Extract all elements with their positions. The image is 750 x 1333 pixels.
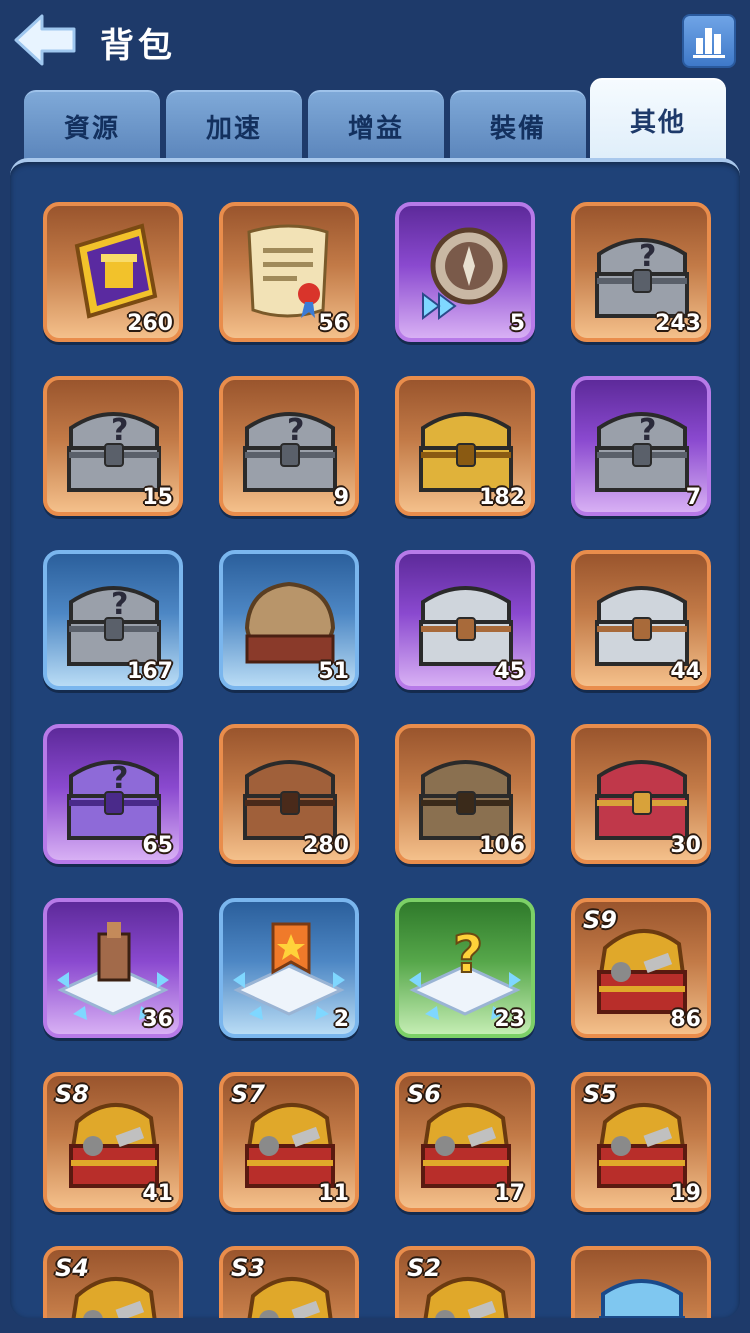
item-grid[interactable]: 260 56 5? 243? 15? 9 182? 7? 167 51 45 44? 65 280 106 3… (10, 162, 740, 1318)
arrow-left-icon (14, 14, 76, 66)
item-count: 41 (142, 1181, 173, 1206)
stats-button[interactable] (682, 14, 736, 68)
inventory-item[interactable]: S4 (43, 1246, 183, 1318)
inventory-item[interactable]: 36 (43, 898, 183, 1038)
tab-speedups[interactable]: 加速 (166, 90, 302, 160)
item-count: 86 (670, 1007, 701, 1032)
inventory-item[interactable]: 106 (395, 724, 535, 864)
inventory-item[interactable]: 45 (395, 550, 535, 690)
item-count: 167 (127, 659, 173, 684)
inventory-item[interactable]: 5 (395, 202, 535, 342)
item-count: 44 (670, 659, 701, 684)
item-count: 30 (670, 833, 701, 858)
item-count: 280 (303, 833, 349, 858)
svg-text:?: ? (639, 239, 656, 274)
category-tabs: 資源 加速 增益 裝備 其他 (0, 78, 750, 160)
tab-boosts[interactable]: 增益 (308, 90, 444, 160)
item-count: 182 (479, 485, 525, 510)
item-count: 15 (142, 485, 173, 510)
svg-text:?: ? (453, 925, 483, 985)
inventory-item[interactable]: S8 41 (43, 1072, 183, 1212)
item-count: 7 (685, 485, 701, 510)
item-count: 11 (318, 1181, 349, 1206)
inventory-item[interactable]: ? 7 (571, 376, 711, 516)
ice-chest-icon (599, 1279, 685, 1318)
item-count: 9 (333, 485, 349, 510)
svg-text:?: ? (111, 587, 128, 622)
svg-text:?: ? (111, 761, 128, 796)
inventory-item[interactable]: S9 86 (571, 898, 711, 1038)
inventory-item[interactable]: 280 (219, 724, 359, 864)
tab-resources[interactable]: 資源 (24, 90, 160, 160)
item-count: 243 (655, 311, 701, 336)
tab-equipment[interactable]: 裝備 (450, 90, 586, 160)
inventory-item[interactable]: S5 19 (571, 1072, 711, 1212)
item-count: 23 (494, 1007, 525, 1032)
item-count: 51 (318, 659, 349, 684)
item-count: 19 (670, 1181, 701, 1206)
item-count: 5 (509, 311, 525, 336)
back-button[interactable] (12, 12, 80, 68)
inventory-item[interactable]: S2 (395, 1246, 535, 1318)
item-count: 17 (494, 1181, 525, 1206)
inventory-item[interactable]: 30 (571, 724, 711, 864)
inventory-item[interactable]: S7 11 (219, 1072, 359, 1212)
item-count: 260 (127, 311, 173, 336)
inventory-item[interactable]: S6 17 (395, 1072, 535, 1212)
svg-text:?: ? (111, 413, 128, 448)
inventory-panel: 260 56 5? 243? 15? 9 182? 7? 167 51 45 44? 65 280 106 3… (10, 158, 740, 1318)
season-label: S3 (231, 1254, 265, 1282)
inventory-item[interactable]: S3 (219, 1246, 359, 1318)
item-count: 56 (318, 311, 349, 336)
season-label: S9 (583, 906, 617, 934)
inventory-item[interactable]: ? 23 (395, 898, 535, 1038)
season-label: S8 (55, 1080, 89, 1108)
inventory-item[interactable]: 182 (395, 376, 535, 516)
inventory-item[interactable]: 260 (43, 202, 183, 342)
season-label: S5 (583, 1080, 617, 1108)
inventory-item[interactable] (571, 1246, 711, 1318)
top-bar: 背包 (0, 0, 750, 85)
svg-text:?: ? (639, 413, 656, 448)
item-count: 65 (142, 833, 173, 858)
inventory-item[interactable]: ? 15 (43, 376, 183, 516)
season-label: S7 (231, 1080, 265, 1108)
svg-text:?: ? (287, 413, 304, 448)
season-label: S4 (55, 1254, 89, 1282)
inventory-item[interactable]: 56 (219, 202, 359, 342)
inventory-item[interactable]: ? 167 (43, 550, 183, 690)
item-count: 106 (479, 833, 525, 858)
inventory-item[interactable]: 51 (219, 550, 359, 690)
item-count: 36 (142, 1007, 173, 1032)
inventory-item[interactable]: ? 243 (571, 202, 711, 342)
season-label: S2 (407, 1254, 441, 1282)
tab-other[interactable]: 其他 (590, 78, 726, 160)
item-count: 45 (494, 659, 525, 684)
inventory-item[interactable]: 44 (571, 550, 711, 690)
inventory-item[interactable]: ? 65 (43, 724, 183, 864)
page-title: 背包 (100, 26, 176, 66)
inventory-item[interactable]: ? 9 (219, 376, 359, 516)
item-count: 2 (333, 1007, 349, 1032)
inventory-item[interactable]: 2 (219, 898, 359, 1038)
season-label: S6 (407, 1080, 441, 1108)
bar-chart-icon (693, 28, 725, 58)
